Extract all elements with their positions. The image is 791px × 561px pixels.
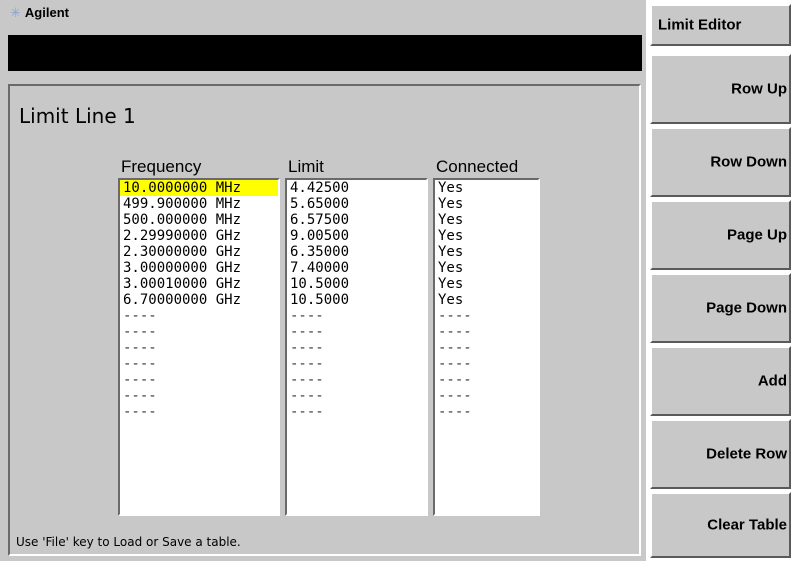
hint-text: Use 'File' key to Load or Save a table. [16, 535, 241, 549]
clear-table-button[interactable]: Clear Table [650, 492, 791, 558]
connected-cell[interactable]: ---- [435, 388, 538, 404]
page-up-button[interactable]: Page Up [650, 200, 791, 270]
title-bar: ✳ Agilent [0, 0, 646, 34]
delete-row-label: Delete Row [706, 445, 787, 463]
connected-cell[interactable]: Yes [435, 228, 538, 244]
connected-cell[interactable]: Yes [435, 180, 538, 196]
brand-logo: ✳ Agilent [10, 5, 69, 21]
limit-cell[interactable]: ---- [287, 404, 426, 420]
connected-cell[interactable]: ---- [435, 340, 538, 356]
frequency-cell[interactable]: ---- [120, 372, 278, 388]
limit-cell[interactable]: 6.35000 [287, 244, 426, 260]
limit-cell[interactable]: 6.57500 [287, 212, 426, 228]
row-up-label: Row Up [731, 80, 787, 98]
column-header-limit: Limit [288, 157, 324, 176]
column-header-frequency: Frequency [121, 157, 202, 176]
frequency-cell[interactable]: ---- [120, 388, 278, 404]
add-label: Add [757, 372, 787, 390]
connected-cell[interactable]: Yes [435, 260, 538, 276]
connected-cell[interactable]: ---- [435, 356, 538, 372]
limit-cell[interactable]: ---- [287, 324, 426, 340]
add-button[interactable]: Add [650, 346, 791, 416]
frequency-cell[interactable]: ---- [120, 356, 278, 372]
connected-cell[interactable]: Yes [435, 276, 538, 292]
limit-cell[interactable]: 4.42500 [287, 180, 426, 196]
softkey-menu: Limit Editor Row Up Row Down Page Up Pag… [646, 0, 791, 561]
page-down-label: Page Down [706, 299, 787, 317]
softkey-menu-title: Limit Editor [650, 4, 791, 46]
limit-cell[interactable]: ---- [287, 372, 426, 388]
limit-cell[interactable]: ---- [287, 340, 426, 356]
softkey-menu-title-label: Limit Editor [658, 16, 742, 34]
connected-cell[interactable]: ---- [435, 372, 538, 388]
page-down-button[interactable]: Page Down [650, 273, 791, 343]
frequency-cell[interactable]: 2.30000000 GHz [120, 244, 278, 260]
frequency-column[interactable]: 10.0000000 MHz 499.900000 MHz 500.000000 M… [118, 178, 280, 516]
connected-cell[interactable]: Yes [435, 244, 538, 260]
limit-cell[interactable]: 5.65000 [287, 196, 426, 212]
page-title: Limit Line 1 [19, 104, 136, 128]
column-header-connected: Connected [436, 157, 519, 176]
connected-cell[interactable]: ---- [435, 308, 538, 324]
instrument-panel: ✳ Agilent Limit Line 1 Frequency Limit Co… [0, 0, 646, 561]
frequency-cell[interactable]: 500.000000 MHz [120, 212, 278, 228]
frequency-cell[interactable]: ---- [120, 404, 278, 420]
limit-cell[interactable]: ---- [287, 356, 426, 372]
frequency-cell[interactable]: 499.900000 MHz [120, 196, 278, 212]
frequency-cell[interactable]: 2.29990000 GHz [120, 228, 278, 244]
limit-cell[interactable]: ---- [287, 308, 426, 324]
frequency-cell[interactable]: ---- [120, 324, 278, 340]
limit-table-panel: Limit Line 1 Frequency Limit Connected 1… [8, 84, 641, 556]
brand-name: Agilent [24, 5, 69, 20]
frequency-cell[interactable]: 6.70000000 GHz [120, 292, 278, 308]
connected-cell[interactable]: ---- [435, 324, 538, 340]
clear-table-label: Clear Table [707, 516, 787, 534]
frequency-cell[interactable]: ---- [120, 308, 278, 324]
row-down-button[interactable]: Row Down [650, 127, 791, 197]
connected-cell[interactable]: Yes [435, 292, 538, 308]
connected-cell[interactable]: Yes [435, 212, 538, 228]
limit-column[interactable]: 4.42500 5.65000 6.57500 9.00500 6.35000 7.400… [285, 178, 428, 516]
connected-cell[interactable]: ---- [435, 404, 538, 420]
connected-column[interactable]: Yes Yes Yes Yes Yes Yes Yes Yes ---- ---- ---- ----… [433, 178, 540, 516]
frequency-cell[interactable]: 10.0000000 MHz [120, 180, 278, 196]
status-bar [8, 35, 642, 71]
limit-cell[interactable]: 10.5000 [287, 292, 426, 308]
limit-cell[interactable]: 9.00500 [287, 228, 426, 244]
spark-logo-icon: ✳ [10, 5, 21, 20]
delete-row-button[interactable]: Delete Row [650, 419, 791, 489]
frequency-cell[interactable]: 3.00010000 GHz [120, 276, 278, 292]
frequency-cell[interactable]: 3.00000000 GHz [120, 260, 278, 276]
frequency-cell[interactable]: ---- [120, 340, 278, 356]
limit-cell[interactable]: ---- [287, 388, 426, 404]
connected-cell[interactable]: Yes [435, 196, 538, 212]
page-up-label: Page Up [726, 226, 787, 244]
row-up-button[interactable]: Row Up [650, 54, 791, 124]
limit-cell[interactable]: 10.5000 [287, 276, 426, 292]
row-down-label: Row Down [710, 153, 787, 171]
limit-cell[interactable]: 7.40000 [287, 260, 426, 276]
